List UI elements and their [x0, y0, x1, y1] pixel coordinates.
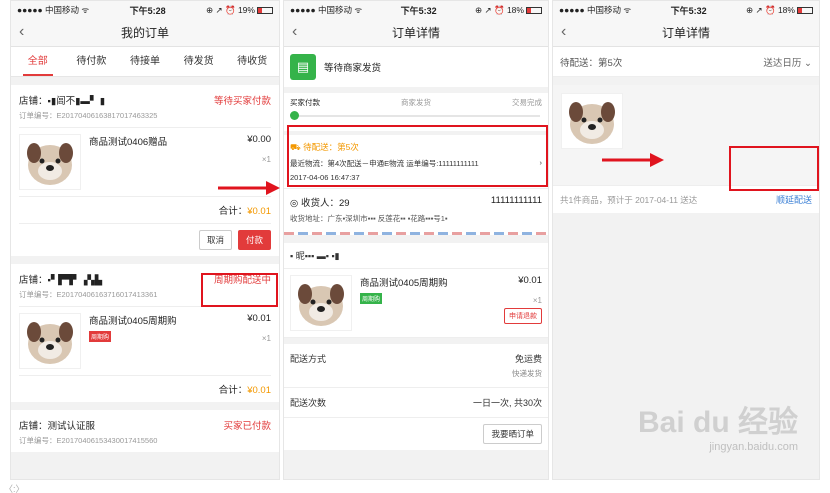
nav-bar: ‹ 我的订单 — [11, 19, 279, 47]
shop-name: 店铺：测试认证服 — [19, 421, 96, 432]
arrow-right-icon — [218, 181, 280, 195]
product-price: ¥0.01 — [247, 313, 271, 324]
order-status: 等待买家付款 — [213, 96, 271, 107]
product-qty: ×1 — [261, 155, 271, 164]
receiver-phone: 11111111111 — [490, 195, 542, 206]
cycle-purchase-tag: 周期购 — [89, 331, 112, 342]
product-name: 商品测试0405周期购 — [89, 316, 177, 327]
clock: 下午5:28 — [129, 5, 166, 16]
phone-order-detail: ●●●●● 中国移动 ᯤ 下午5:32 ⊕ ↗ ⏰ 18% ‹ 订单详情 ▤ 等… — [283, 0, 549, 480]
order-card[interactable]: 店铺：测试认证服 买家已付款 订单编号：E2017040615343001741… — [11, 410, 279, 452]
tab-pending-payment[interactable]: 待付款 — [65, 47, 119, 76]
tab-pending-accept[interactable]: 待接单 — [118, 47, 172, 76]
postpone-delivery-button[interactable]: 顺延配送 — [776, 193, 812, 206]
address-block: ◎ 收货人：29 11111111111 收货地址：广东▪深圳市▪▪▪ 反莲花▪▪… — [284, 188, 548, 232]
receiver-name: 收货人：29 — [300, 198, 350, 209]
product-image — [290, 275, 352, 331]
delivery-estimate: 共1件商品，预计于 2017-04-11 送达 — [560, 194, 698, 205]
tab-pending-ship[interactable]: 待发货 — [172, 47, 226, 76]
battery-icon — [796, 6, 813, 14]
battery-icon — [256, 6, 273, 14]
highlight-box — [201, 273, 278, 307]
step-paid: 买家付款 — [290, 98, 320, 107]
step-shipped: 商家发货 — [401, 98, 431, 107]
pending-delivery-text: 待配送：第5次 — [560, 57, 623, 69]
baidu-watermark: Bai du 经验 jingyan.baidu.com — [637, 406, 798, 453]
order-total: 合计：¥0.01 — [19, 197, 271, 224]
order-state-text: 等待商家发货 — [324, 63, 382, 74]
shipping-method-value: 免运费 — [514, 354, 542, 364]
order-card[interactable]: 店铺：▪▮闾不▮▬▘ ▮ 等待买家付款 订单编号：E20170406163817… — [11, 85, 279, 256]
delivery-count-row: 配送次数 一日一次, 共30次 — [284, 388, 548, 418]
shipping-method-row: 配送方式 免运费快递发货 — [284, 344, 548, 388]
page-title: 订单详情 — [391, 26, 440, 40]
highlight-box — [729, 146, 819, 191]
battery-icon — [525, 6, 542, 14]
clock: 下午5:32 — [670, 5, 707, 16]
order-number: 订单编号：E20170406153430017415560 — [19, 436, 158, 445]
tab-pending-receive[interactable]: 待收货 — [225, 47, 279, 76]
receiver-address: 收货地址：广东▪深圳市▪▪▪ 反莲花▪▪ ▪花路▪▪▪号1▪ — [290, 214, 448, 223]
product-image — [561, 93, 623, 149]
step-complete: 交易完成 — [512, 98, 542, 107]
status-right: ⊕ ↗ ⏰ 18% — [746, 5, 813, 16]
order-state-banner: ▤ 等待商家发货 — [284, 47, 548, 87]
product-image — [19, 134, 81, 190]
back-icon[interactable]: ‹ — [292, 23, 297, 41]
back-icon[interactable]: ‹ — [561, 23, 566, 41]
page-title: 订单详情 — [661, 26, 710, 40]
caption: 〈:〉 — [4, 484, 25, 493]
order-item[interactable]: 商品测试0405周期购 周期购 ¥0.01 ×1 申请退款 — [284, 269, 548, 338]
order-status: 买家已付款 — [223, 421, 271, 432]
clock: 下午5:32 — [400, 5, 437, 16]
status-bar: ●●●●● 中国移动 ᯤ 下午5:28 ⊕ ↗ ⏰ 19% — [11, 1, 279, 19]
cycle-purchase-tag: 周期购 — [360, 293, 383, 304]
product-price: ¥0.00 — [247, 134, 271, 145]
location-icon: ◎ — [290, 198, 301, 209]
product-image — [19, 313, 81, 369]
delivery-count-value: 一日一次, 共30次 — [472, 398, 542, 408]
delivery-count-label: 配送次数 — [290, 398, 327, 408]
delivery-calendar-button[interactable]: 送达日历 ⌄ — [763, 55, 812, 69]
back-icon[interactable]: ‹ — [19, 23, 24, 41]
clipboard-icon: ▤ — [290, 54, 316, 80]
shop-name: 店铺：▪▘▛▜▘▗▚▙ — [19, 275, 103, 286]
status-bar: ●●●●● 中国移动 ᯤ 下午5:32 ⊕ ↗ ⏰ 18% — [284, 1, 548, 19]
order-item[interactable]: 商品测试0405周期购 周期购 ¥0.01 ×1 — [19, 307, 271, 376]
address-divider — [284, 232, 548, 235]
tab-all[interactable]: 全部 — [11, 47, 65, 76]
shop-name: 店铺：▪▮闾不▮▬▘ ▮ — [19, 96, 105, 107]
delivery-header: 待配送：第5次 送达日历 ⌄ — [553, 47, 819, 77]
order-number: 订单编号：E20170406163817017463325 — [19, 110, 271, 128]
carrier-label: ●●●●● 中国移动 ᯤ — [559, 5, 632, 15]
carrier-label: ●●●●● 中国移动 ᯤ — [290, 5, 363, 15]
cancel-button[interactable]: 取消 — [198, 230, 232, 250]
status-right: ⊕ ↗ ⏰ 18% — [475, 5, 542, 16]
review-order-button[interactable]: 我要晒订单 — [483, 424, 542, 444]
pay-button[interactable]: 付款 — [237, 230, 271, 250]
nav-bar: ‹ 订单详情 — [284, 19, 548, 47]
shop-name[interactable]: ▪ 昵▪▪▪ ▬▪ ▪▮ — [284, 243, 548, 269]
carrier-label: ●●●●● 中国移动 ᯤ — [17, 5, 90, 15]
product-qty: ×1 — [532, 296, 542, 305]
status-right: ⊕ ↗ ⏰ 19% — [206, 5, 273, 16]
nav-bar: ‹ 订单详情 — [553, 19, 819, 47]
order-tabs: 全部 待付款 待接单 待发货 待收货 — [11, 47, 279, 77]
arrow-right-icon — [602, 153, 664, 167]
shipping-method-sub: 快递发货 — [512, 369, 542, 378]
order-total: 合计：¥0.01 — [218, 385, 271, 396]
page-title: 我的订单 — [120, 26, 169, 40]
highlight-box — [287, 125, 548, 187]
shipping-method-label: 配送方式 — [290, 354, 327, 364]
step-done-icon — [290, 111, 299, 120]
phone-my-orders: ●●●●● 中国移动 ᯤ 下午5:28 ⊕ ↗ ⏰ 19% ‹ 我的订单 全部 … — [10, 0, 280, 480]
refund-button[interactable]: 申请退款 — [504, 308, 542, 324]
status-bar: ●●●●● 中国移动 ᯤ 下午5:32 ⊕ ↗ ⏰ 18% — [553, 1, 819, 19]
product-qty: ×1 — [261, 334, 271, 343]
product-price: ¥0.01 — [518, 275, 542, 286]
product-name: 商品测试0405周期购 — [360, 278, 448, 289]
